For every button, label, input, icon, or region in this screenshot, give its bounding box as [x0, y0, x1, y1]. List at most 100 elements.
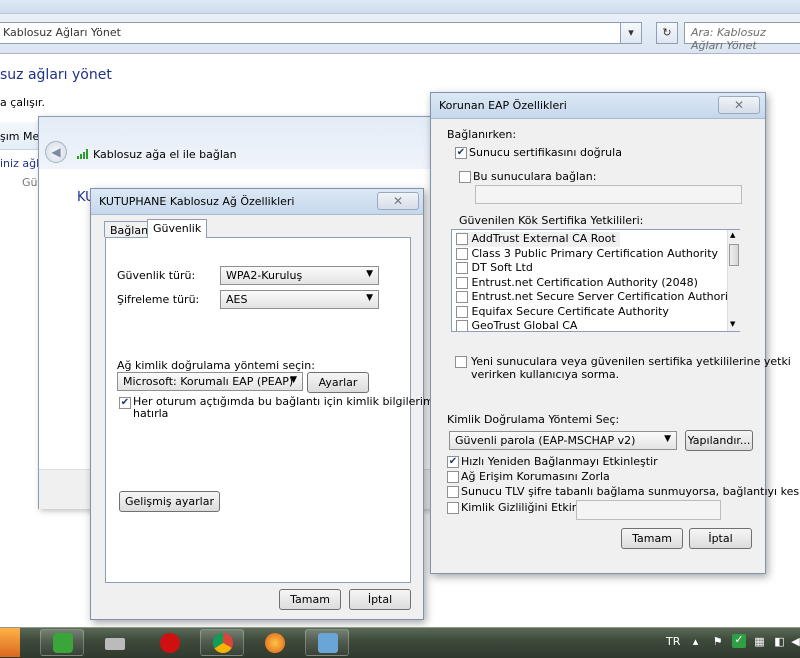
- app-icon: [53, 633, 73, 653]
- taskbar-chrome[interactable]: [200, 629, 244, 656]
- list-item[interactable]: Entrust.net Certification Authority (204…: [456, 276, 698, 291]
- settings-button[interactable]: Ayarlar: [307, 372, 369, 393]
- chevron-down-icon: ▼: [290, 375, 297, 385]
- wireless-properties-dialog: KUTUPHANE Kablosuz Ağ Özellikleri ✕ Bağl…: [90, 188, 437, 620]
- checkbox-unchecked-icon: [456, 320, 468, 331]
- volume-icon[interactable]: ◧: [774, 636, 785, 648]
- scroll-down-icon[interactable]: ▼: [730, 320, 735, 328]
- explorer-titlebar: [0, 0, 800, 14]
- scrollbar-thumb[interactable]: [729, 244, 739, 266]
- auth-method-label: Ağ kimlik doğrulama yöntemi seçin:: [117, 359, 315, 372]
- scrollbar[interactable]: ▲ ▼: [727, 230, 740, 331]
- refresh-icon[interactable]: ↻: [656, 22, 678, 44]
- dont-prompt-checkbox[interactable]: [455, 355, 467, 368]
- taskbar-app-green[interactable]: [40, 629, 84, 656]
- page-title: suz ağları yönet: [0, 67, 112, 83]
- checkbox-unchecked-icon: [456, 262, 468, 274]
- taskbar-control-panel[interactable]: [305, 629, 349, 656]
- dont-prompt-label-2: verirken kullanıcıya sorma.: [471, 368, 620, 381]
- encryption-type-select[interactable]: AES ▼: [220, 290, 379, 309]
- language-indicator[interactable]: TR: [666, 635, 680, 648]
- connect-servers-checkbox[interactable]: [459, 170, 471, 183]
- checkbox-unchecked-icon: [447, 502, 459, 514]
- wizard-title: Kablosuz ağa el ile bağlan: [93, 148, 237, 161]
- tlv-label: Sunucu TLV şifre tabanlı bağlama sunmuyo…: [461, 485, 800, 498]
- remember-credentials-label-2: hatırla: [133, 407, 169, 420]
- chevron-down-icon: ▼: [366, 269, 373, 279]
- close-icon[interactable]: ✕: [377, 192, 419, 210]
- list-item[interactable]: Equifax Secure Certificate Authority: [456, 305, 669, 320]
- eap-auth-method-select[interactable]: Güvenli parola (EAP-MSCHAP v2) ▼: [449, 431, 677, 450]
- security-type-value: WPA2-Kuruluş: [226, 269, 303, 282]
- identity-privacy-input[interactable]: [576, 500, 721, 520]
- control-panel-icon: [318, 633, 338, 653]
- certificate-name: GeoTrust Global CA: [471, 319, 578, 331]
- list-item[interactable]: Entrust.net Secure Server Certification …: [456, 290, 739, 305]
- security-type-label: Güvenlik türü:: [117, 269, 196, 282]
- taskbar-opera[interactable]: [147, 629, 191, 656]
- taskbar-usb-device[interactable]: [92, 629, 136, 656]
- checkbox-unchecked-icon: [456, 306, 468, 318]
- list-item[interactable]: DT Soft Ltd: [456, 261, 533, 276]
- checkbox-checked-icon: ✔: [447, 456, 459, 468]
- cancel-button[interactable]: İptal: [689, 528, 752, 549]
- fast-reconnect-checkbox[interactable]: ✔: [447, 455, 459, 468]
- taskbar-firefox[interactable]: [252, 629, 296, 656]
- chrome-icon: [213, 633, 233, 653]
- cancel-button[interactable]: İptal: [349, 589, 411, 610]
- configure-button[interactable]: Yapılandır...: [685, 430, 753, 451]
- security-check-icon[interactable]: ✓: [732, 634, 746, 648]
- scroll-up-icon[interactable]: ▲: [730, 231, 735, 239]
- encryption-type-value: AES: [226, 293, 248, 306]
- fast-reconnect-label: Hızlı Yeniden Bağlanmayı Etkinleştir: [461, 455, 658, 468]
- ok-button[interactable]: Tamam: [279, 589, 341, 610]
- dialog-title: KUTUPHANE Kablosuz Ağ Özellikleri: [91, 189, 423, 215]
- checkbox-unchecked-icon: [456, 233, 468, 245]
- search-input[interactable]: Ara: Kablosuz Ağları Yönet: [684, 22, 800, 52]
- advanced-settings-button[interactable]: Gelişmiş ayarlar: [119, 491, 220, 512]
- usb-icon: [105, 638, 125, 650]
- address-dropdown-button[interactable]: ▾: [620, 22, 642, 44]
- checkbox-unchecked-icon: [456, 277, 468, 289]
- checkbox-unchecked-icon: [456, 291, 468, 303]
- server-names-input[interactable]: [475, 185, 742, 204]
- speaker-icon[interactable]: ◀: [790, 636, 800, 648]
- nap-checkbox[interactable]: [447, 470, 459, 483]
- identity-privacy-checkbox[interactable]: [447, 501, 459, 514]
- certificate-name: Entrust.net Certification Authority (204…: [471, 276, 698, 289]
- validate-cert-checkbox[interactable]: ✔: [455, 146, 467, 159]
- back-arrow-icon[interactable]: ◀: [45, 141, 67, 163]
- auth-method-value: Microsoft: Korumalı EAP (PEAP): [123, 375, 294, 388]
- page-subtitle: a çalışır.: [0, 96, 45, 109]
- certificate-name: Entrust.net Secure Server Certification …: [471, 290, 739, 303]
- checkbox-unchecked-icon: [459, 171, 471, 183]
- firefox-icon: [265, 633, 285, 653]
- checkbox-checked-icon: ✔: [119, 397, 131, 409]
- close-icon[interactable]: ✕: [718, 96, 760, 114]
- address-field[interactable]: Kablosuz Ağları Yönet: [0, 22, 640, 44]
- eap-auth-method-value: Güvenli parola (EAP-MSCHAP v2): [455, 434, 636, 447]
- certificate-list[interactable]: AddTrust External CA Root Class 3 Public…: [451, 229, 740, 332]
- up-arrow-icon[interactable]: ▴: [690, 636, 701, 648]
- list-item[interactable]: AddTrust External CA Root: [456, 232, 620, 247]
- connecting-label: Bağlanırken:: [447, 128, 517, 141]
- checkbox-unchecked-icon: [447, 486, 459, 498]
- auth-method-select[interactable]: Microsoft: Korumalı EAP (PEAP) ▼: [117, 372, 303, 391]
- chevron-down-icon: ▼: [366, 293, 373, 303]
- list-item[interactable]: GeoTrust Global CA: [456, 319, 577, 331]
- start-button[interactable]: [0, 628, 20, 657]
- flag-icon[interactable]: ⚑: [712, 636, 723, 648]
- checkbox-checked-icon: ✔: [455, 147, 467, 159]
- tlv-checkbox[interactable]: [447, 485, 459, 498]
- protected-eap-dialog: Korunan EAP Özellikleri ✕ Bağlanırken: ✔…: [430, 92, 799, 574]
- certificate-name: DT Soft Ltd: [471, 261, 533, 274]
- tab-security[interactable]: Güvenlik: [147, 219, 208, 238]
- checkbox-unchecked-icon: [455, 356, 467, 368]
- list-item[interactable]: Class 3 Public Primary Certification Aut…: [456, 247, 718, 262]
- ok-button[interactable]: Tamam: [621, 528, 683, 549]
- checkbox-unchecked-icon: [456, 248, 468, 260]
- certificate-name: Equifax Secure Certificate Authority: [471, 305, 669, 318]
- security-type-select[interactable]: WPA2-Kuruluş ▼: [220, 266, 379, 285]
- network-icon[interactable]: ▦: [754, 636, 765, 648]
- remember-credentials-checkbox[interactable]: ✔: [119, 396, 131, 409]
